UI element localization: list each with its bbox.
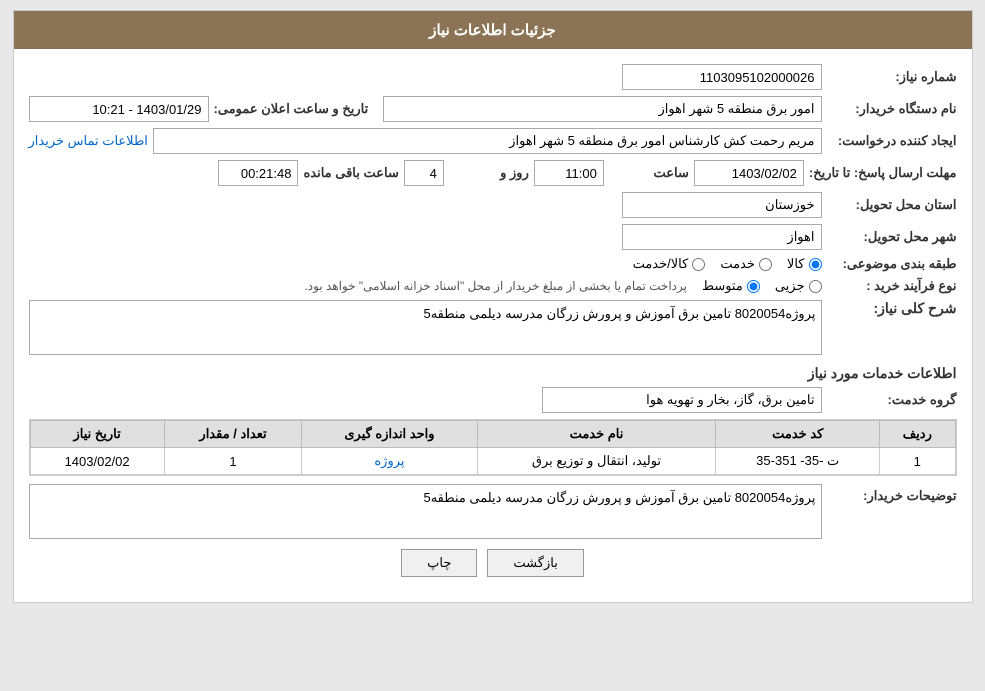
need-number-label: شماره نیاز: — [827, 69, 957, 85]
cell-quantity: 1 — [164, 448, 302, 475]
need-number-input[interactable] — [622, 64, 822, 90]
province-label: استان محل تحویل: — [827, 197, 957, 213]
buyer-desc-row: توضیحات خریدار: پروژه8020054 تامین برق آ… — [29, 484, 957, 539]
need-number-row: شماره نیاز: — [29, 64, 957, 90]
print-button[interactable]: چاپ — [401, 549, 477, 577]
deadline-row: مهلت ارسال پاسخ: تا تاریخ: ساعت روز و سا… — [29, 160, 957, 186]
cell-unit: پروژه — [302, 448, 477, 475]
category-radio-kala[interactable] — [809, 258, 822, 271]
category-option-khadamat: خدمت — [720, 256, 772, 272]
creator-label: ایجاد کننده درخواست: — [827, 133, 957, 149]
province-row: استان محل تحویل: — [29, 192, 957, 218]
city-label: شهر محل تحویل: — [827, 229, 957, 245]
buyer-desc-textarea[interactable]: پروژه8020054 تامین برق آموزش و پرورش زرگ… — [29, 484, 822, 539]
announce-datetime-label: تاریخ و ساعت اعلان عمومی: — [214, 101, 369, 117]
response-days-input[interactable] — [404, 160, 444, 186]
buyer-org-input[interactable] — [383, 96, 821, 122]
announce-datetime-input[interactable] — [29, 96, 209, 122]
purchase-type-label-motavaset: متوسط — [702, 278, 743, 294]
response-date-input[interactable] — [694, 160, 804, 186]
need-description-textarea[interactable]: پروژه8020054 تامین برق آموزش و پرورش زرگ… — [29, 300, 822, 355]
buyer-org-row: نام دستگاه خریدار: تاریخ و ساعت اعلان عم… — [29, 96, 957, 122]
purchase-type-radio-group: جزیی متوسط — [702, 278, 822, 294]
back-button[interactable]: بازگشت — [487, 549, 583, 577]
category-label-kala-khadamat: کالا/خدمت — [633, 256, 689, 272]
category-radio-kala-khadamat[interactable] — [692, 258, 705, 271]
services-section-title: اطلاعات خدمات مورد نیاز — [29, 365, 957, 382]
service-group-row: گروه خدمت: — [29, 387, 957, 413]
purchase-type-radio-motavaset[interactable] — [747, 280, 760, 293]
col-code: کد خدمت — [716, 421, 880, 448]
response-time-label: ساعت — [609, 165, 689, 181]
col-date: تاریخ نیاز — [30, 421, 164, 448]
category-label-khadamat: خدمت — [720, 256, 755, 272]
cell-code: ت -35- 351-35 — [716, 448, 880, 475]
category-radio-khadamat[interactable] — [759, 258, 772, 271]
purchase-type-option-jozii: جزیی — [775, 278, 822, 294]
col-unit: واحد اندازه گیری — [302, 421, 477, 448]
response-remaining-input[interactable] — [218, 160, 298, 186]
content-area: شماره نیاز: نام دستگاه خریدار: تاریخ و س… — [14, 49, 972, 602]
province-input[interactable] — [622, 192, 822, 218]
purchase-type-label: نوع فرآیند خرید : — [827, 278, 957, 294]
contact-link[interactable]: اطلاعات تماس خریدار — [29, 133, 148, 149]
service-group-label: گروه خدمت: — [827, 392, 957, 408]
purchase-type-note: پرداخت تمام یا بخشی از مبلغ خریدار از مح… — [304, 279, 687, 293]
buyer-org-label: نام دستگاه خریدار: — [827, 101, 957, 117]
cell-name: تولید، انتقال و توزیع برق — [477, 448, 716, 475]
city-input[interactable] — [622, 224, 822, 250]
category-option-kala: کالا — [787, 256, 822, 272]
response-deadline-label: مهلت ارسال پاسخ: تا تاریخ: — [809, 165, 957, 181]
category-radio-group: کالا خدمت کالا/خدمت — [633, 256, 822, 272]
category-label-kala: کالا — [787, 256, 805, 272]
page-header: جزئیات اطلاعات نیاز — [14, 11, 972, 49]
service-group-input[interactable] — [542, 387, 822, 413]
purchase-type-row: نوع فرآیند خرید : جزیی متوسط پرداخت تمام… — [29, 278, 957, 294]
col-quantity: تعداد / مقدار — [164, 421, 302, 448]
main-container: جزئیات اطلاعات نیاز شماره نیاز: نام دستگ… — [13, 10, 973, 603]
purchase-type-radio-jozii[interactable] — [809, 280, 822, 293]
services-table: ردیف کد خدمت نام خدمت واحد اندازه گیری ت… — [30, 420, 956, 475]
cell-date: 1403/02/02 — [30, 448, 164, 475]
table-row: 1 ت -35- 351-35 تولید، انتقال و توزیع بر… — [30, 448, 955, 475]
category-label: طبقه بندی موضوعی: — [827, 256, 957, 272]
need-description-section-title: شرح کلی نیاز: — [827, 300, 957, 317]
need-description-row: شرح کلی نیاز: پروژه8020054 تامین برق آمو… — [29, 300, 957, 355]
services-table-container: ردیف کد خدمت نام خدمت واحد اندازه گیری ت… — [29, 419, 957, 476]
creator-input[interactable] — [153, 128, 822, 154]
category-option-kala-khadamat: کالا/خدمت — [633, 256, 706, 272]
purchase-type-option-motavaset: متوسط — [702, 278, 760, 294]
col-row-num: ردیف — [880, 421, 955, 448]
purchase-type-label-jozii: جزیی — [775, 278, 805, 294]
buyer-desc-label: توضیحات خریدار: — [827, 484, 957, 504]
cell-row-num: 1 — [880, 448, 955, 475]
response-time-input[interactable] — [534, 160, 604, 186]
response-days-label: روز و — [449, 165, 529, 181]
page-title: جزئیات اطلاعات نیاز — [429, 22, 556, 39]
category-row: طبقه بندی موضوعی: کالا خدمت کالا/خدمت — [29, 256, 957, 272]
city-row: شهر محل تحویل: — [29, 224, 957, 250]
response-remaining-label: ساعت باقی مانده — [303, 165, 398, 181]
col-name: نام خدمت — [477, 421, 716, 448]
button-row: بازگشت چاپ — [29, 549, 957, 587]
creator-row: ایجاد کننده درخواست: اطلاعات تماس خریدار — [29, 128, 957, 154]
